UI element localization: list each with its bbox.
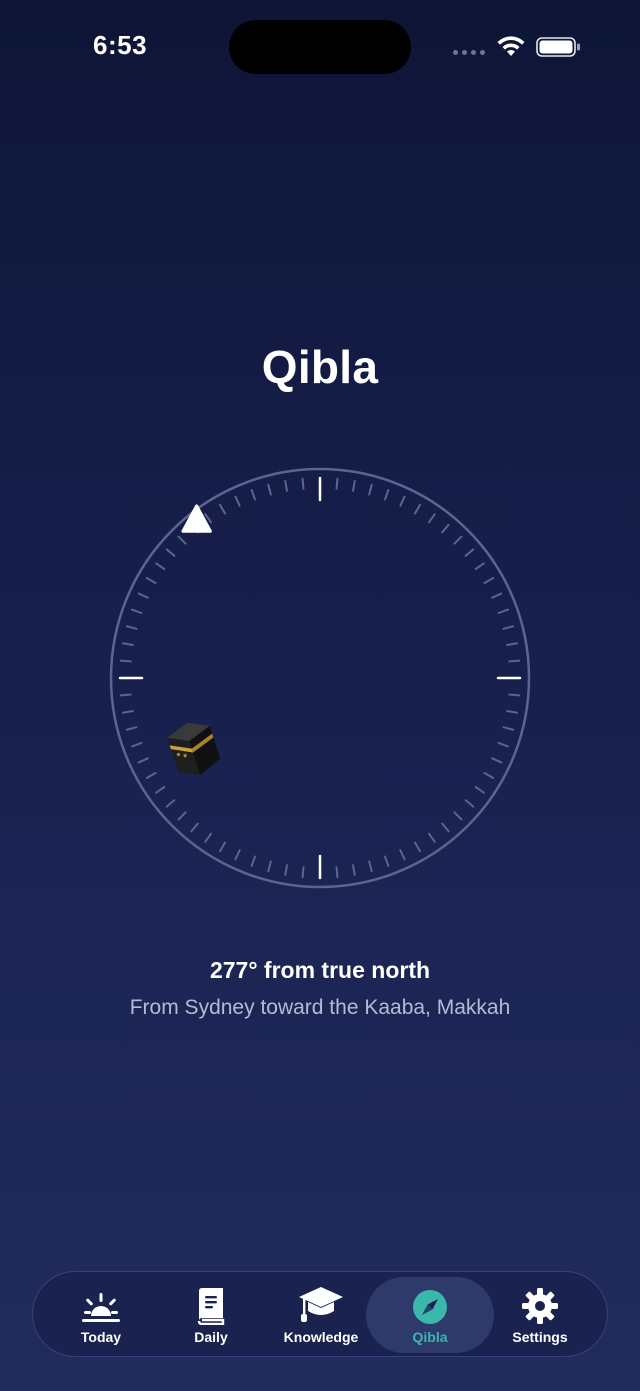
compass-minor-tick [267, 483, 272, 496]
compass-minor-tick [122, 709, 134, 714]
compass-minor-tick [497, 741, 509, 748]
compass-minor-tick [453, 535, 463, 545]
wifi-icon [497, 36, 525, 56]
compass-minor-tick [474, 785, 485, 794]
compass-minor-tick [204, 832, 213, 843]
compass-minor-tick [234, 849, 241, 861]
tab-today-label: Today [80, 1329, 122, 1345]
bearing-headline: 277° from true north [209, 957, 431, 983]
compass-minor-tick [125, 726, 138, 731]
compass-minor-tick [351, 480, 356, 492]
cellular-signal-icon [453, 50, 485, 55]
compass-minor-tick [491, 592, 503, 599]
gear-icon [522, 1288, 558, 1324]
tab-bar: Today Daily Knowledge Qibla Settings [32, 1271, 608, 1357]
compass-icon [413, 1290, 447, 1324]
compass-minor-tick [399, 495, 406, 507]
page-title: Qibla [261, 341, 379, 393]
compass-dial [109, 467, 531, 889]
compass-minor-tick [383, 855, 390, 867]
compass-minor-tick [351, 864, 356, 876]
compass-minor-tick [131, 741, 143, 748]
compass-minor-tick [335, 477, 339, 490]
compass-minor-tick [453, 811, 463, 821]
sunrise-icon [82, 1293, 120, 1322]
book-icon [197, 1288, 225, 1325]
compass-minor-tick [155, 785, 166, 794]
compass-minor-tick [219, 503, 226, 515]
tab-daily[interactable]: Daily [156, 1272, 266, 1358]
compass-minor-tick [483, 772, 495, 779]
status-time: 6:53 [93, 30, 148, 60]
compass-minor-tick [165, 548, 176, 557]
compass-minor-tick [441, 822, 450, 833]
tab-qibla[interactable]: Qibla [366, 1277, 494, 1353]
compass-minor-tick [383, 489, 390, 501]
tab-qibla-label: Qibla [412, 1329, 448, 1345]
compass-minor-tick [508, 659, 521, 663]
compass-minor-tick [427, 832, 436, 843]
compass-minor-tick [414, 841, 421, 853]
compass-minor-tick [414, 503, 421, 515]
compass-minor-tick [125, 625, 138, 630]
compass-minor-tick [491, 757, 503, 764]
compass-minor-tick [119, 693, 132, 697]
compass-minor-tick [219, 841, 226, 853]
compass-minor-tick [301, 477, 305, 490]
tab-settings-label: Settings [512, 1329, 568, 1345]
compass-minor-tick [145, 577, 157, 584]
compass-minor-tick [137, 592, 149, 599]
triangle-pointer-icon [181, 504, 212, 533]
compass-minor-tick [119, 659, 132, 663]
tab-daily-label: Daily [194, 1329, 228, 1345]
compass-minor-tick [506, 642, 518, 647]
compass-minor-tick [441, 523, 450, 534]
compass-minor-tick [250, 489, 257, 501]
compass-minor-tick [502, 625, 515, 630]
compass-minor-tick [284, 864, 289, 876]
compass-minor-tick [399, 849, 406, 861]
kaaba-icon [167, 722, 221, 776]
compass-minor-tick [155, 562, 166, 571]
compass-minor-tick [177, 811, 187, 821]
status-bar: 6:53 [0, 0, 640, 96]
compass-minor-tick [122, 642, 134, 647]
qibla-compass [105, 463, 535, 893]
compass-minor-tick [137, 757, 149, 764]
compass-ticks [118, 476, 522, 880]
compass-minor-tick [464, 799, 475, 808]
compass-minor-tick [506, 709, 518, 714]
compass-minor-tick [474, 562, 485, 571]
compass-minor-tick [250, 855, 257, 867]
compass-minor-tick [508, 693, 521, 697]
compass-minor-tick [427, 513, 436, 524]
compass-minor-tick [497, 608, 509, 615]
compass-minor-tick [483, 577, 495, 584]
compass-minor-tick [234, 495, 241, 507]
compass-minor-tick [267, 860, 272, 873]
compass-minor-tick [464, 548, 475, 557]
compass-minor-tick [177, 535, 187, 545]
compass-minor-tick [165, 799, 176, 808]
battery-icon [536, 37, 580, 57]
compass-minor-tick [502, 726, 515, 731]
dynamic-island [229, 20, 411, 74]
compass-minor-tick [284, 480, 289, 492]
tab-settings[interactable]: Settings [485, 1272, 595, 1358]
compass-minor-tick [301, 866, 305, 879]
compass-minor-tick [335, 866, 339, 879]
compass-minor-tick [145, 772, 157, 779]
tab-knowledge[interactable]: Knowledge [266, 1272, 376, 1358]
bearing-subtitle: From Sydney toward the Kaaba, Makkah [129, 996, 511, 1019]
compass-ring [109, 467, 531, 889]
compass-minor-tick [131, 608, 143, 615]
tab-today[interactable]: Today [45, 1272, 157, 1358]
graduation-cap-icon [299, 1287, 343, 1322]
tab-knowledge-label: Knowledge [283, 1329, 359, 1345]
compass-minor-tick [368, 483, 373, 496]
compass-minor-tick [368, 860, 373, 873]
compass-minor-tick [190, 822, 199, 833]
